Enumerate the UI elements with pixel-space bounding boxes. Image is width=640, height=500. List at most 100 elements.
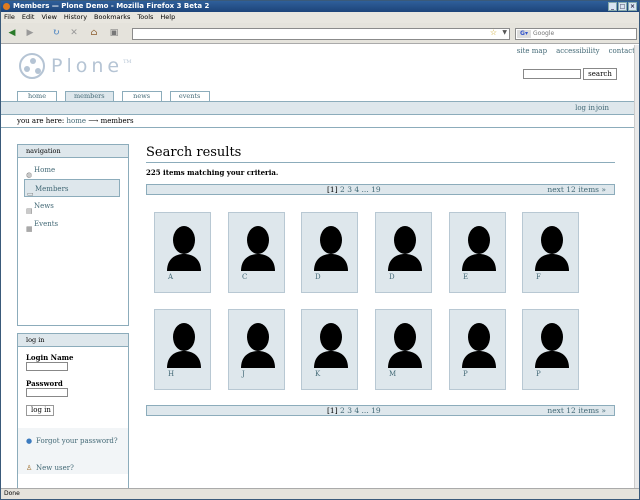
member-card[interactable]: A <box>154 212 211 293</box>
menu-view[interactable]: View <box>41 12 56 23</box>
browser-window: Members — Plone Demo - Mozilla Firefox 3… <box>0 0 640 500</box>
join-link[interactable]: join <box>596 104 609 112</box>
site-map-link[interactable]: site map <box>517 47 547 55</box>
member-name[interactable]: J <box>242 370 245 378</box>
nav-item-news-label: News <box>34 202 54 210</box>
stop-icon[interactable]: ✕ <box>67 26 81 40</box>
member-name[interactable]: A <box>168 273 173 281</box>
minimize-button[interactable]: _ <box>608 2 617 11</box>
forward-icon[interactable]: ▶ <box>23 26 37 40</box>
login-link[interactable]: log in <box>575 104 595 112</box>
tab-events[interactable]: events <box>169 91 210 101</box>
pager-current: [1] <box>327 185 338 194</box>
menu-help[interactable]: Help <box>160 12 175 23</box>
member-card[interactable]: D <box>301 212 358 293</box>
url-bar[interactable]: ☆ ▼ <box>132 28 510 40</box>
close-button[interactable]: × <box>628 2 637 11</box>
google-icon[interactable]: G▾ <box>517 30 531 38</box>
site-search-button[interactable]: search <box>583 68 617 80</box>
pager-page-3[interactable]: 3 <box>347 406 352 415</box>
pager-page-4[interactable]: 4 <box>354 406 359 415</box>
pager-ellipsis: ... <box>361 406 369 415</box>
forgot-password-link[interactable]: ● Forgot your password? <box>18 428 128 454</box>
site-search-input[interactable] <box>523 69 581 79</box>
pager-ellipsis: ... <box>361 185 369 194</box>
menu-edit[interactable]: Edit <box>22 12 35 23</box>
vertical-scrollbar[interactable] <box>634 45 639 488</box>
member-name[interactable]: E <box>463 273 468 281</box>
nav-item-events[interactable]: ▦ Events <box>18 215 128 233</box>
new-user-label: New user? <box>36 464 74 472</box>
login-portlet-header: log in <box>18 334 128 347</box>
member-portrait-icon <box>314 226 348 271</box>
nav-item-home-label: Home <box>34 166 56 174</box>
status-bar: Done <box>1 488 639 499</box>
contact-link[interactable]: contact <box>609 47 635 55</box>
tab-members[interactable]: members <box>65 91 114 101</box>
member-card[interactable]: K <box>301 309 358 390</box>
member-card[interactable]: M <box>375 309 432 390</box>
tab-news[interactable]: news <box>121 91 162 101</box>
menu-history[interactable]: History <box>64 12 87 23</box>
member-name[interactable]: K <box>315 370 320 378</box>
member-name[interactable]: M <box>389 370 396 378</box>
search-engine-box[interactable]: G▾ Google <box>515 28 637 40</box>
member-name[interactable]: D <box>315 273 321 281</box>
pager-page-4[interactable]: 4 <box>354 185 359 194</box>
member-portrait-icon <box>388 226 422 271</box>
member-card[interactable]: F <box>522 212 579 293</box>
navigation-portlet-header: navigation <box>18 145 128 158</box>
login-name-label: Login Name <box>26 353 74 362</box>
menu-file[interactable]: File <box>4 12 15 23</box>
nav-item-members[interactable]: ▭ Members <box>24 179 120 198</box>
nav-item-news[interactable]: ▤ News <box>18 197 128 215</box>
login-button[interactable]: log in <box>26 405 54 416</box>
reload-icon[interactable]: ↻ <box>49 26 63 40</box>
new-user-link[interactable]: ♙ New user? <box>18 454 128 474</box>
maximize-button[interactable]: □ <box>618 2 627 11</box>
pager-next[interactable]: next 12 items » <box>547 185 606 194</box>
menu-bar: File Edit View History Bookmarks Tools H… <box>1 12 639 23</box>
page-icon[interactable]: ▣ <box>107 26 121 40</box>
member-card[interactable]: P <box>522 309 579 390</box>
accessibility-link[interactable]: accessibility <box>556 47 600 55</box>
member-name[interactable]: P <box>536 370 541 378</box>
member-card[interactable]: J <box>228 309 285 390</box>
login-name-input[interactable] <box>26 362 68 371</box>
forgot-password-label: Forgot your password? <box>36 437 118 445</box>
pager-next[interactable]: next 12 items » <box>547 406 606 415</box>
back-icon[interactable]: ◀ <box>5 26 19 40</box>
member-name[interactable]: P <box>463 370 468 378</box>
member-name[interactable]: F <box>536 273 541 281</box>
member-card[interactable]: E <box>449 212 506 293</box>
chevron-down-icon[interactable]: ▼ <box>502 29 507 36</box>
member-card[interactable]: D <box>375 212 432 293</box>
results-count: 225 items matching your criteria. <box>146 168 279 177</box>
home-icon[interactable]: ⌂ <box>87 26 101 40</box>
password-input[interactable] <box>26 388 68 397</box>
pager-numbers: [1] 2 3 4 ... 19 <box>327 185 381 194</box>
bookmark-star-icon[interactable]: ☆ <box>490 28 497 37</box>
member-name[interactable]: C <box>242 273 247 281</box>
trademark: TM <box>123 59 132 65</box>
pager-last[interactable]: 19 <box>371 406 381 415</box>
window-title: Members — Plone Demo - Mozilla Firefox 3… <box>13 2 210 10</box>
portal-tabs: home members news events <box>17 91 210 101</box>
member-name[interactable]: H <box>168 370 174 378</box>
status-text: Done <box>4 490 20 497</box>
pager-page-3[interactable]: 3 <box>347 185 352 194</box>
member-card[interactable]: C <box>228 212 285 293</box>
menu-bookmarks[interactable]: Bookmarks <box>94 12 130 23</box>
pager-page-2[interactable]: 2 <box>340 185 345 194</box>
breadcrumb-home[interactable]: home <box>67 117 87 125</box>
plone-logo[interactable]: Plone TM <box>19 53 132 79</box>
nav-item-home[interactable]: ◍ Home <box>18 161 128 179</box>
pager-last[interactable]: 19 <box>371 185 381 194</box>
menu-tools[interactable]: Tools <box>137 12 153 23</box>
member-card[interactable]: P <box>449 309 506 390</box>
pager-page-2[interactable]: 2 <box>340 406 345 415</box>
tab-home[interactable]: home <box>17 91 57 101</box>
member-portrait-icon <box>462 323 496 368</box>
member-card[interactable]: H <box>154 309 211 390</box>
member-name[interactable]: D <box>389 273 395 281</box>
